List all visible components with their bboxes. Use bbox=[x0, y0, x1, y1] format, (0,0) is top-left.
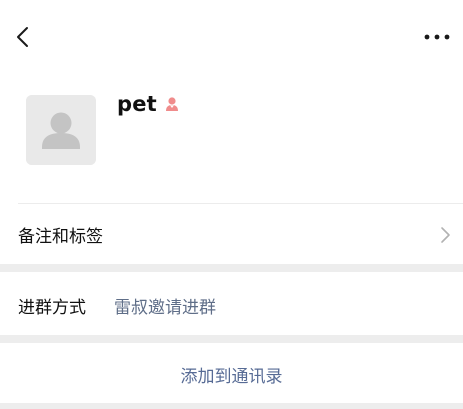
profile-card: pet 备注和标签 bbox=[0, 0, 463, 264]
add-to-contacts-button[interactable]: 添加到通讯录 bbox=[0, 343, 463, 403]
join-method-row: 进群方式 雷叔邀请进群 bbox=[0, 272, 463, 335]
join-method-label: 进群方式 bbox=[18, 298, 86, 318]
chevron-right-icon bbox=[441, 227, 450, 243]
more-button[interactable] bbox=[421, 24, 453, 50]
add-to-contacts-label: 添加到通讯录 bbox=[180, 367, 283, 387]
default-avatar-icon bbox=[26, 95, 96, 165]
join-method-value[interactable]: 雷叔邀请进群 bbox=[114, 293, 216, 318]
back-button[interactable] bbox=[10, 22, 38, 52]
remark-and-tags-row[interactable]: 备注和标签 bbox=[0, 204, 463, 264]
contact-profile-screen: pet 备注和标签 进群方式 雷叔邀请进群 添加到通讯录 bbox=[0, 0, 463, 409]
more-horizontal-icon bbox=[424, 34, 450, 40]
name-row: pet bbox=[117, 88, 181, 120]
avatar[interactable] bbox=[26, 95, 96, 165]
chevron-left-icon bbox=[17, 27, 28, 47]
female-gender-icon bbox=[163, 95, 181, 113]
nav-bar bbox=[0, 0, 463, 72]
remark-and-tags-label: 备注和标签 bbox=[18, 227, 103, 247]
contact-name: pet bbox=[117, 92, 157, 116]
